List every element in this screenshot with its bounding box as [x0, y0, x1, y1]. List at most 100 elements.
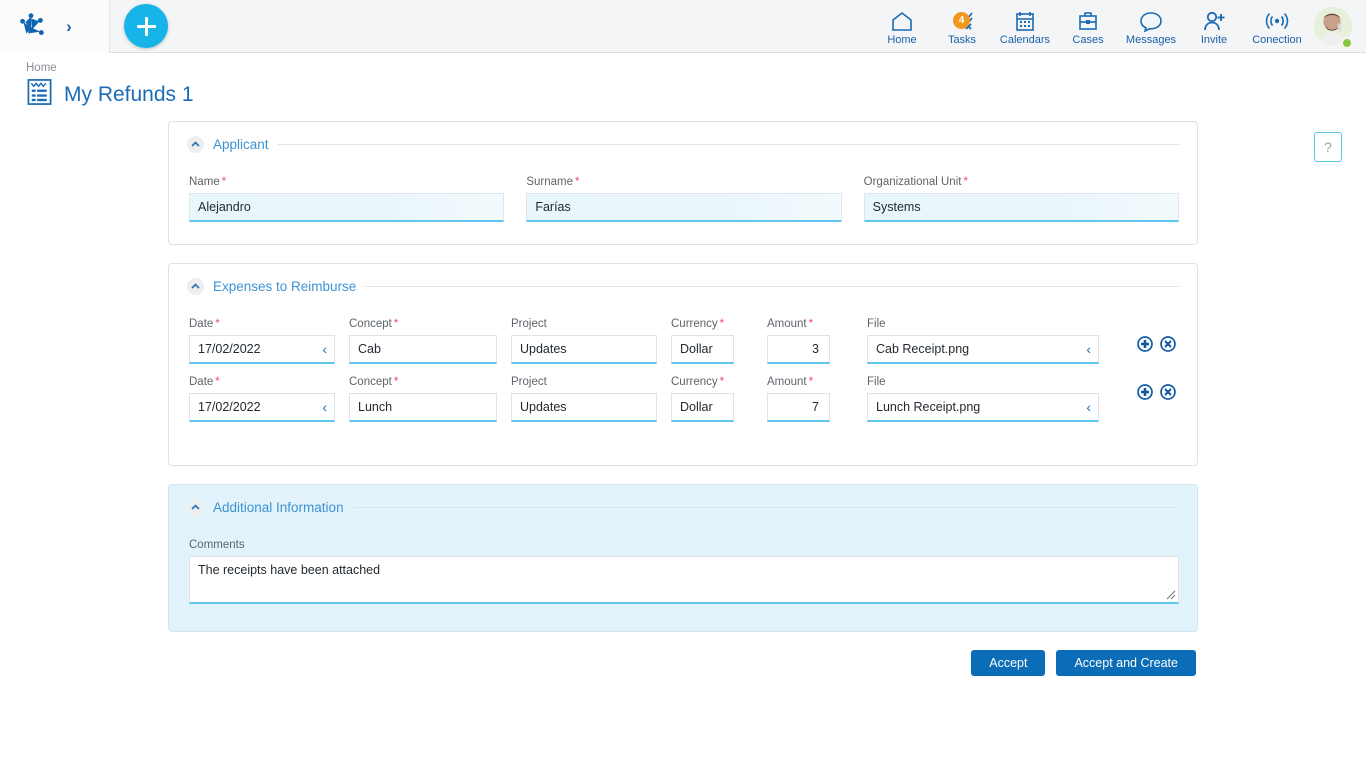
nav-item-conection[interactable]: Conection [1244, 0, 1310, 53]
field-name: Name* Alejandro [189, 175, 504, 222]
input-project[interactable]: Updates [511, 393, 657, 422]
date-picker-chevron-icon[interactable]: ‹ [322, 400, 327, 414]
tasks-icon: 4 [949, 10, 975, 32]
label-concept: Concept* [349, 317, 497, 331]
brand-zone: › [0, 0, 110, 53]
create-new-button[interactable] [110, 4, 168, 48]
expenses-legend-label: Expenses to Reimburse [213, 279, 356, 294]
breadcrumb[interactable]: Home [26, 62, 1366, 74]
speech-bubble-icon [1138, 10, 1164, 32]
remove-row-icon[interactable] [1160, 384, 1176, 400]
field-organizational-unit: Organizational Unit* Systems [864, 175, 1179, 222]
nav-label-cases: Cases [1072, 34, 1103, 46]
label-comments: Comments [189, 538, 1179, 552]
label-organizational-unit: Organizational Unit* [864, 175, 1179, 189]
field-amount: Amount* 3 [767, 317, 830, 364]
nav-label-home: Home [887, 34, 916, 46]
input-currency[interactable]: Dollar [671, 393, 734, 422]
nav-item-invite[interactable]: Invite [1184, 0, 1244, 53]
nav-item-calendars[interactable]: Calendars [992, 0, 1058, 53]
input-amount[interactable]: 7 [767, 393, 830, 422]
input-project[interactable]: Updates [511, 335, 657, 364]
field-date: Date* 17/02/2022 ‹ [189, 317, 335, 364]
nav-item-tasks[interactable]: 4 Tasks [932, 0, 992, 53]
add-row-icon[interactable] [1137, 336, 1153, 352]
legend-divider [353, 507, 1179, 508]
input-date[interactable]: 17/02/2022 ‹ [189, 335, 335, 364]
input-surname[interactable]: Farías [526, 193, 841, 222]
date-picker-chevron-icon[interactable]: ‹ [322, 342, 327, 356]
label-concept: Concept* [349, 375, 497, 389]
label-amount: Amount* [767, 375, 830, 389]
expenses-panel: Expenses to Reimburse Date* 17/02/2022 ‹… [168, 263, 1198, 466]
expense-row-actions [1137, 336, 1176, 352]
input-concept[interactable]: Cab [349, 335, 497, 364]
resize-grip-icon[interactable] [1164, 588, 1176, 600]
collapse-toggle-expenses[interactable] [187, 278, 204, 295]
field-concept: Concept* Cab [349, 317, 497, 364]
file-browse-chevron-icon[interactable]: ‹ [1086, 342, 1091, 356]
label-project: Project [511, 375, 657, 389]
label-project: Project [511, 317, 657, 331]
help-button[interactable]: ? [1314, 132, 1342, 162]
briefcase-icon [1075, 10, 1101, 32]
add-row-icon[interactable] [1137, 384, 1153, 400]
legend-divider [365, 286, 1179, 287]
expenses-legend-row: Expenses to Reimburse [187, 278, 1179, 295]
accept-and-create-button[interactable]: Accept and Create [1056, 650, 1196, 676]
file-browse-chevron-icon[interactable]: ‹ [1086, 400, 1091, 414]
tasks-badge: 4 [953, 12, 970, 29]
applicant-legend-label: Applicant [213, 137, 269, 152]
input-concept[interactable]: Lunch [349, 393, 497, 422]
legend-divider [278, 144, 1179, 145]
additional-legend-row: Additional Information [187, 499, 1179, 516]
input-amount[interactable]: 3 [767, 335, 830, 364]
accept-button[interactable]: Accept [971, 650, 1045, 676]
field-concept: Concept* Lunch [349, 375, 497, 422]
applicant-fields-row: Name* Alejandro Surname* Farías Organiza… [187, 165, 1179, 222]
expense-row: Date* 17/02/2022 ‹ Concept* Lunch Projec… [187, 364, 1179, 422]
field-project: Project Updates [511, 317, 657, 364]
remove-row-icon[interactable] [1160, 336, 1176, 352]
field-file: File Lunch Receipt.png ‹ [867, 375, 1099, 422]
title-row: My Refunds 1 [26, 78, 1366, 111]
broadcast-icon [1264, 10, 1290, 32]
label-amount: Amount* [767, 317, 830, 331]
nav-label-invite: Invite [1201, 34, 1227, 46]
input-comments[interactable]: The receipts have been attached [189, 556, 1179, 604]
nav-label-tasks: Tasks [948, 34, 976, 46]
form-actions: Accept Accept and Create [168, 650, 1198, 676]
required-marker: * [222, 176, 226, 188]
nav-item-messages[interactable]: Messages [1118, 0, 1184, 53]
person-add-icon [1201, 10, 1227, 32]
label-currency: Currency* [671, 375, 734, 389]
collapse-toggle-additional[interactable] [187, 499, 204, 516]
field-comments: Comments The receipts have been attached [187, 528, 1179, 604]
collapse-toggle-applicant[interactable] [187, 136, 204, 153]
nav-items: Home 4 T [872, 0, 1366, 53]
input-file[interactable]: Lunch Receipt.png ‹ [867, 393, 1099, 422]
user-avatar-button[interactable] [1310, 0, 1356, 53]
home-icon [889, 10, 915, 32]
input-currency[interactable]: Dollar [671, 335, 734, 364]
input-organizational-unit[interactable]: Systems [864, 193, 1179, 222]
field-amount: Amount* 7 [767, 375, 830, 422]
field-currency: Currency* Dollar [671, 317, 734, 364]
input-file[interactable]: Cab Receipt.png ‹ [867, 335, 1099, 364]
field-surname: Surname* Farías [526, 175, 841, 222]
label-date: Date* [189, 375, 335, 389]
plus-icon[interactable] [124, 4, 168, 48]
field-file: File Cab Receipt.png ‹ [867, 317, 1099, 364]
label-name: Name* [189, 175, 504, 189]
nav-item-cases[interactable]: Cases [1058, 0, 1118, 53]
nav-label-messages: Messages [1126, 34, 1176, 46]
sidebar-expand-icon[interactable]: › [60, 13, 78, 39]
expense-row: Date* 17/02/2022 ‹ Concept* Cab Project [187, 307, 1179, 364]
input-date[interactable]: 17/02/2022 ‹ [189, 393, 335, 422]
input-name[interactable]: Alejandro [189, 193, 504, 222]
brand-logo-icon[interactable] [16, 11, 46, 41]
nav-item-home[interactable]: Home [872, 0, 932, 53]
nav-label-calendars: Calendars [1000, 34, 1050, 46]
applicant-panel: Applicant Name* Alejandro Surname* Faría… [168, 121, 1198, 245]
label-currency: Currency* [671, 317, 734, 331]
